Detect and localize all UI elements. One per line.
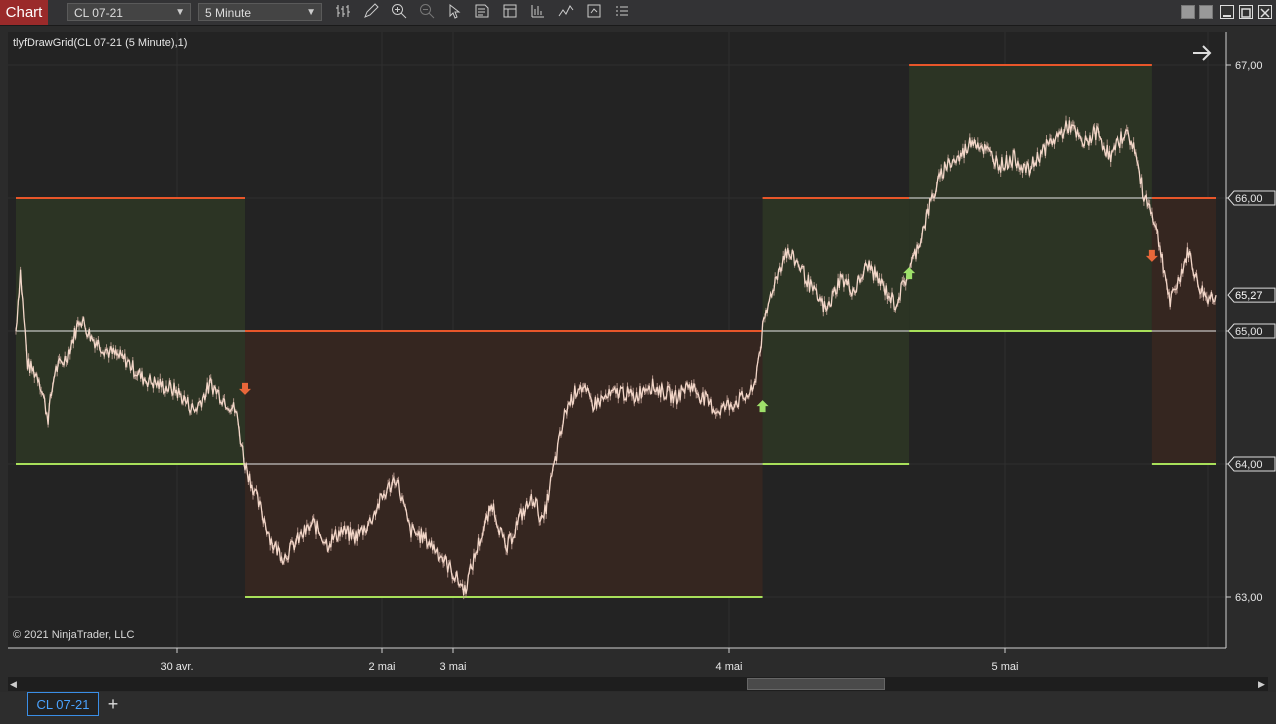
scroll-right-icon[interactable]: ▶ — [1258, 679, 1265, 690]
copyright: © 2021 NinjaTrader, LLC — [13, 629, 135, 641]
y-tick-label: 63,00 — [1235, 592, 1263, 604]
price-chart[interactable]: 63,00 64,00 65,00 66,00 67,00 65,27 30 avr. 2 m… — [0, 0, 1276, 677]
scroll-left-icon[interactable]: ◀ — [10, 679, 17, 690]
x-tick-label: 4 mai — [716, 661, 743, 673]
x-tick-label: 2 mai — [369, 661, 396, 673]
last-price-label: 65,27 — [1235, 290, 1263, 302]
y-tick-label: 65,00 — [1235, 326, 1263, 338]
x-tick-label: 5 mai — [992, 661, 1019, 673]
x-tick-label: 30 avr. — [160, 661, 193, 673]
tab-cl-07-21[interactable]: CL 07-21 — [27, 692, 99, 716]
y-tick-label: 64,00 — [1235, 459, 1263, 471]
x-tick-label: 3 mai — [440, 661, 467, 673]
y-tick-label: 67,00 — [1235, 60, 1263, 72]
scroll-thumb[interactable] — [747, 678, 885, 690]
add-tab-button[interactable]: + — [103, 694, 123, 714]
tab-bar — [0, 692, 1276, 724]
y-tick-label: 66,00 — [1235, 193, 1263, 205]
indicator-label: tlyfDrawGrid(CL 07-21 (5 Minute),1) — [13, 37, 188, 49]
horizontal-scrollbar[interactable] — [8, 677, 1268, 691]
arrow-right-icon[interactable] — [1190, 43, 1214, 68]
